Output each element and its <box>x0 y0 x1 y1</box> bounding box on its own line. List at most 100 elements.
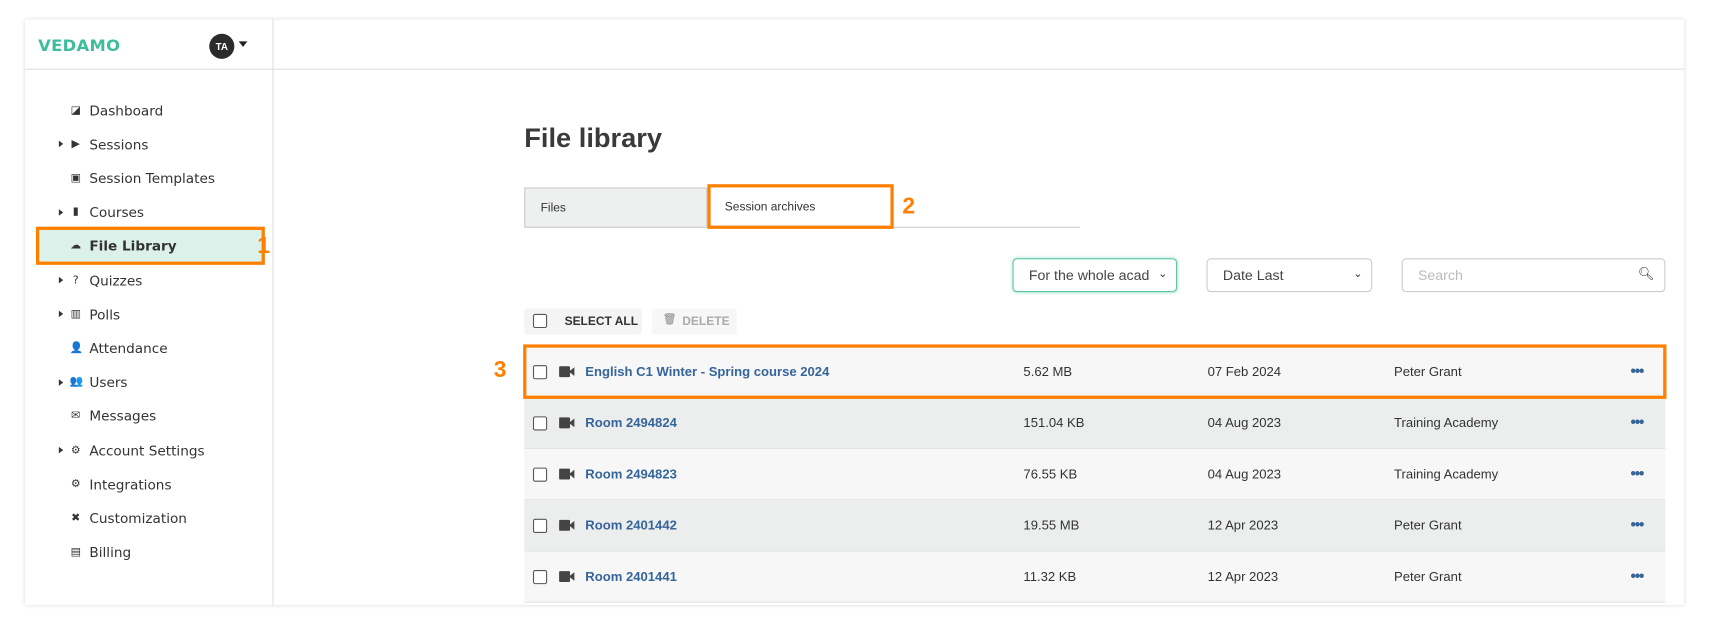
file-owner: Training Academy <box>1393 466 1499 482</box>
sidebar-item-polls[interactable]: ▥ Polls <box>44 301 262 327</box>
dashboard-icon: ◪ <box>70 104 81 117</box>
sidebar-item-label: Courses <box>89 203 145 221</box>
annotation-2: 2 <box>902 194 916 220</box>
play-circle-icon: ▶ <box>71 138 80 151</box>
annotation-3: 3 <box>493 357 507 383</box>
row-checkbox[interactable] <box>532 518 548 533</box>
row-highlight <box>523 344 1667 399</box>
sidebar-item-label: Customization <box>89 509 187 527</box>
archive-name-link[interactable]: Room 2494824 <box>585 415 677 430</box>
file-size: 19.55 MB <box>1023 517 1080 533</box>
header-divider <box>25 68 1684 70</box>
sidebar-item-label: Polls <box>89 305 121 323</box>
sidebar-item-account-settings[interactable]: ⚙ Account Settings <box>44 437 262 463</box>
gear-icon: ⚙ <box>70 444 81 457</box>
video-camera-icon <box>559 571 575 583</box>
file-size: 11.32 KB <box>1023 568 1077 585</box>
archive-name-link[interactable]: Room 2401441 <box>585 569 677 584</box>
archive-name-link[interactable]: Room 2494823 <box>585 466 677 481</box>
caret-right-icon[interactable] <box>58 276 64 284</box>
sidebar-item-label: Attendance <box>89 339 168 357</box>
file-date: 04 Aug 2023 <box>1207 466 1282 482</box>
caret-down-icon[interactable] <box>238 41 248 47</box>
sidebar-item-sessions[interactable]: ▶ Sessions <box>44 131 262 157</box>
row-checkbox[interactable] <box>532 570 548 585</box>
delete-button[interactable]: 🗑︎ DELETE <box>651 308 737 335</box>
sidebar-item-quizzes[interactable]: ? Quizzes <box>44 267 262 293</box>
user-avatar[interactable]: TA <box>209 33 235 59</box>
cogs-icon: ⚙ <box>70 478 81 491</box>
row-checkbox[interactable] <box>532 467 548 482</box>
template-icon: ▣ <box>70 172 81 185</box>
caret-right-icon[interactable] <box>58 378 64 386</box>
sort-value: Date Last <box>1222 267 1284 284</box>
app-window: VEDAMO TA 1 ◪ Dashboard ▶ Sessions ▣ Session … <box>0 0 1709 627</box>
caret-right-icon[interactable] <box>58 310 64 318</box>
tab-files[interactable]: Files <box>524 187 708 228</box>
sidebar-item-session-templates[interactable]: ▣ Session Templates <box>44 165 262 191</box>
sidebar-item-users[interactable]: 👥 Users <box>44 369 262 395</box>
table-row[interactable]: Room 2494823 76.55 KB 04 Aug 2023 Training … <box>524 449 1666 501</box>
period-select[interactable]: For the whole acad ⌄ <box>1012 258 1178 293</box>
sidebar-item-label: File Library <box>89 237 177 255</box>
select-all-checkbox[interactable] <box>532 313 548 329</box>
more-options-icon[interactable]: ••• <box>1630 413 1644 430</box>
select-all-button[interactable]: SELECT ALL <box>524 308 642 335</box>
video-camera-icon <box>559 417 575 429</box>
sidebar-item-label: Messages <box>89 407 157 425</box>
search-icon[interactable]: 🔍︎ <box>1638 266 1655 281</box>
sort-select[interactable]: Date Last ⌄ <box>1206 258 1373 293</box>
tools-icon: ✖ <box>71 512 81 525</box>
table-row[interactable]: Room 2401441 11.32 KB 12 Apr 2023 Peter Gra… <box>524 551 1666 603</box>
file-size: 151.04 KB <box>1023 415 1085 431</box>
file-date: 12 Apr 2023 <box>1207 517 1279 533</box>
sidebar-item-integrations[interactable]: ⚙ Integrations <box>44 471 262 497</box>
sidebar-item-customization[interactable]: ✖ Customization <box>44 505 262 531</box>
sidebar-item-label: Account Settings <box>89 441 205 459</box>
user-clock-icon: 👤 <box>69 342 84 355</box>
vedamo-logo[interactable]: VEDAMO <box>38 36 120 56</box>
delete-label: DELETE <box>682 314 730 329</box>
page-title: File library <box>524 123 663 154</box>
sidebar-item-label: Quizzes <box>89 271 143 289</box>
table-row[interactable]: Room 2401442 19.55 MB 12 Apr 2023 Peter Gra… <box>524 500 1666 552</box>
caret-right-icon[interactable] <box>58 140 64 148</box>
users-icon: 👥 <box>69 376 84 389</box>
sidebar-item-label: Session Templates <box>89 169 215 187</box>
sidebar-item-label: Dashboard <box>89 101 164 119</box>
sidebar-item-dashboard[interactable]: ◪ Dashboard <box>44 97 262 123</box>
trash-icon: 🗑︎ <box>662 313 677 326</box>
file-owner: Peter Grant <box>1393 517 1462 533</box>
sidebar-item-messages[interactable]: ✉ Messages <box>44 403 262 429</box>
chevron-down-icon: ⌄ <box>1353 268 1363 281</box>
select-all-label: SELECT ALL <box>564 314 639 329</box>
file-owner: Training Academy <box>1393 415 1499 431</box>
cloud-upload-icon: ☁ <box>70 240 82 253</box>
sidebar-divider <box>272 19 274 605</box>
search-input[interactable]: Search 🔍︎ <box>1401 258 1666 293</box>
sidebar-item-billing[interactable]: ▤ Billing <box>44 539 262 565</box>
caret-right-icon[interactable] <box>58 208 64 216</box>
bar-chart-icon: ▥ <box>70 308 81 321</box>
sidebar-item-attendance[interactable]: 👤 Attendance <box>44 335 262 361</box>
table-row[interactable]: Room 2494824 151.04 KB 04 Aug 2023 Training… <box>524 397 1666 450</box>
sidebar-item-courses[interactable]: ▮ Courses <box>44 199 262 225</box>
file-owner: Peter Grant <box>1393 568 1462 585</box>
file-size: 76.55 KB <box>1023 466 1078 482</box>
sidebar-item-file-library[interactable]: ☁ File Library <box>44 233 262 259</box>
tab-session-archives[interactable]: Session archives <box>707 184 894 229</box>
file-date: 12 Apr 2023 <box>1207 568 1279 585</box>
caret-right-icon[interactable] <box>58 446 64 454</box>
chevron-down-icon: ⌄ <box>1158 268 1168 281</box>
invoice-icon: ▤ <box>70 546 81 559</box>
period-value: For the whole acad <box>1028 267 1150 284</box>
more-options-icon[interactable]: ••• <box>1630 567 1644 584</box>
sidebar-item-label: Users <box>89 373 128 391</box>
file-date: 04 Aug 2023 <box>1207 415 1282 431</box>
more-options-icon[interactable]: ••• <box>1630 464 1644 481</box>
more-options-icon[interactable]: ••• <box>1630 516 1644 533</box>
search-placeholder: Search <box>1417 267 1463 284</box>
archive-name-link[interactable]: Room 2401442 <box>585 518 677 533</box>
sidebar-item-label: Sessions <box>89 135 149 153</box>
row-checkbox[interactable] <box>532 416 548 431</box>
